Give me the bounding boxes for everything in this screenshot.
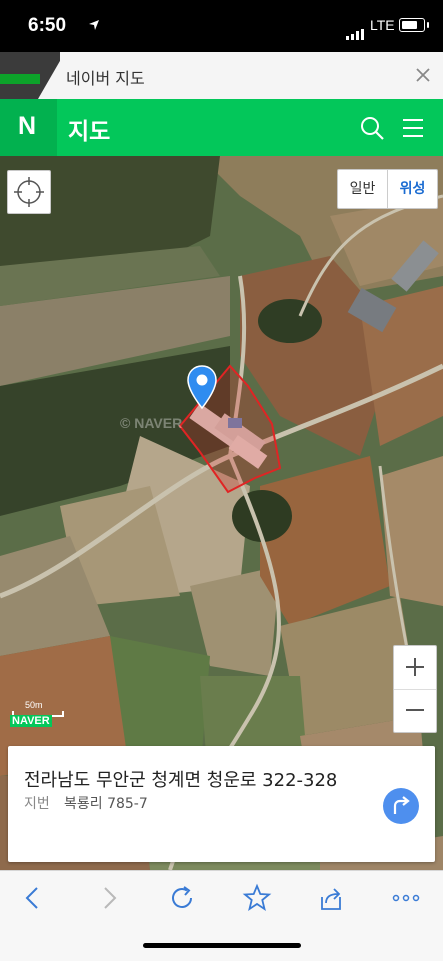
map-pin-icon[interactable] — [187, 365, 217, 409]
search-icon[interactable] — [359, 115, 385, 141]
bookmark-star-icon[interactable] — [242, 883, 272, 913]
current-location-button[interactable] — [7, 170, 51, 214]
status-time: 6:50 — [28, 15, 67, 36]
map-type-toggle: 일반 위성 — [337, 169, 438, 209]
scale-label: 50m — [25, 700, 43, 710]
route-icon — [393, 796, 410, 814]
zoom-in-icon[interactable] — [394, 646, 436, 690]
tab-title: 네이버 지도 — [66, 69, 145, 88]
home-indicator[interactable] — [143, 943, 301, 948]
status-bar: 6:50 LTE — [0, 0, 443, 52]
reload-icon[interactable] — [167, 883, 197, 913]
svg-text:© NAVER: © NAVER — [120, 415, 182, 431]
signal-icon — [346, 21, 366, 40]
jibun-label: 지번 — [24, 796, 50, 812]
network-type: LTE — [370, 17, 395, 33]
naver-logo[interactable]: N — [0, 99, 57, 156]
app-header: N 지도 — [0, 99, 443, 156]
page-title: 지도 — [68, 119, 111, 145]
location-arrow-icon — [89, 20, 99, 30]
share-icon[interactable] — [316, 883, 346, 913]
zoom-control — [393, 645, 437, 733]
battery-icon — [399, 18, 429, 32]
route-button[interactable] — [383, 788, 419, 824]
crosshair-icon — [14, 177, 44, 207]
zoom-out-icon[interactable] — [394, 689, 436, 732]
naver-logo-letter: N — [18, 112, 37, 140]
road-address: 전라남도 무안군 청계면 청운로 322-328 — [24, 770, 338, 791]
map-type-satellite[interactable]: 위성 — [388, 170, 437, 208]
close-icon[interactable] — [413, 65, 433, 85]
naver-mark: NAVER — [10, 715, 52, 727]
more-icon[interactable] — [391, 883, 421, 913]
back-icon[interactable] — [18, 883, 48, 913]
map-type-general[interactable]: 일반 — [338, 170, 388, 208]
menu-icon[interactable] — [402, 117, 424, 139]
jibun-address: 복룡리 785-7 — [64, 796, 148, 812]
browser-tab-bar: 네이버 지도 — [0, 52, 443, 100]
forward-icon[interactable] — [94, 883, 124, 913]
address-card[interactable]: 전라남도 무안군 청계면 청운로 322-328 지번 복룡리 785-7 — [8, 746, 435, 862]
